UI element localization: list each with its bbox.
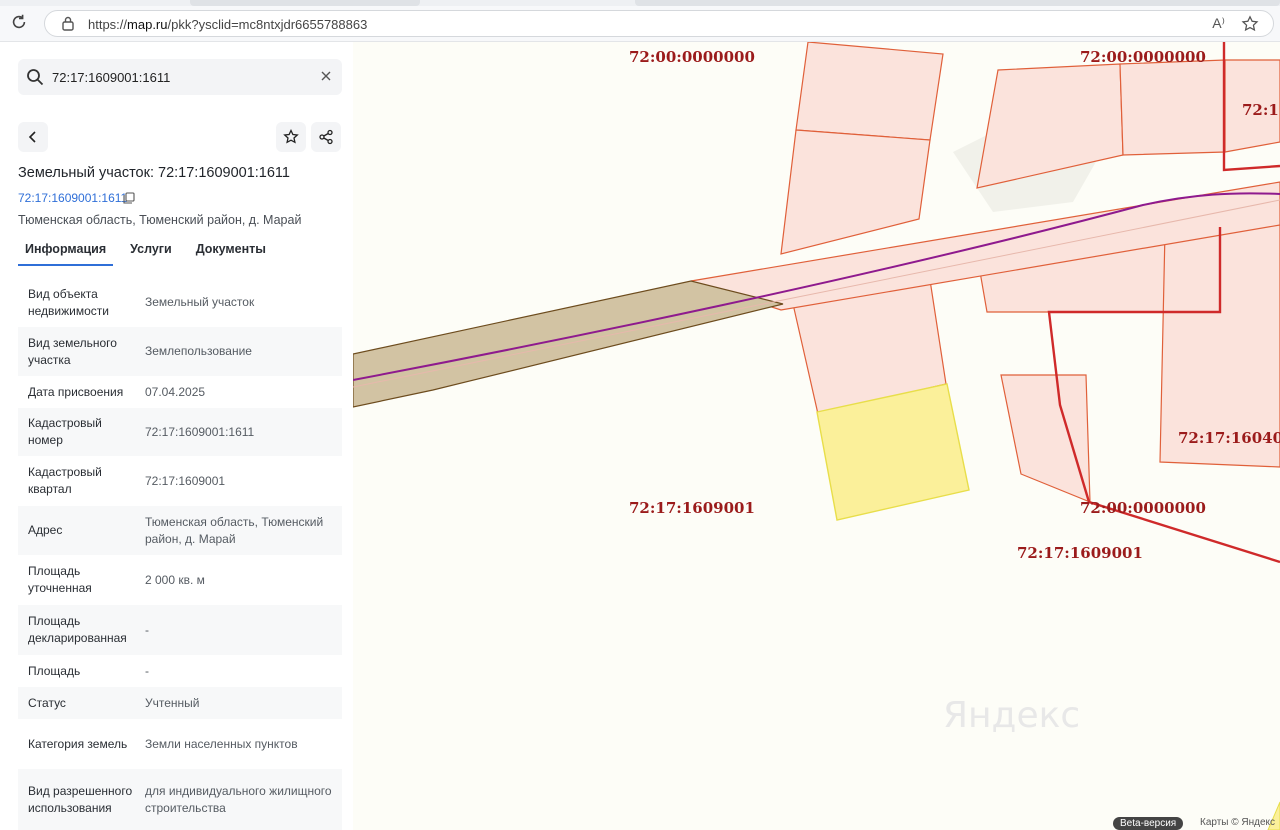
- cadastral-number-link[interactable]: 72:17:1609001:1611: [18, 191, 127, 205]
- table-row: Дата присвоения 07.04.2025: [18, 376, 342, 408]
- reload-icon[interactable]: [10, 13, 28, 31]
- row-value: Землепользование: [145, 344, 252, 358]
- tab-strip: [0, 0, 1280, 6]
- row-key: Адрес: [28, 523, 63, 537]
- page-title: Земельный участок: 72:17:1609001:1611: [18, 165, 290, 181]
- object-address: Тюменская область, Тюменский район, д. М…: [18, 213, 302, 227]
- search-input[interactable]: [52, 67, 312, 87]
- row-key: Дата присвоения: [28, 384, 124, 399]
- row-key: Кадастровый квартал: [28, 465, 102, 496]
- brown-parcel[interactable]: [353, 280, 784, 408]
- copy-icon[interactable]: [123, 192, 135, 204]
- row-key: Вид объекта недвижимости: [28, 286, 109, 318]
- bookmark-star-icon[interactable]: [1241, 15, 1259, 33]
- info-sidebar: Земельный участок: 72:17:1609001:1611 72…: [0, 42, 353, 830]
- row-key: Вид разрешенного использования: [28, 784, 133, 815]
- row-key: Площадь декларированная: [28, 614, 127, 645]
- row-value: Земельный участок: [145, 295, 255, 309]
- row-value: 72:17:1609001:1611: [145, 424, 255, 439]
- map-label: 72:00:0000000: [1080, 48, 1206, 66]
- url-text[interactable]: https://map.ru/pkk?ysclid=mc8ntxjdr66557…: [88, 17, 367, 32]
- row-value: 72:17:1609001: [145, 473, 226, 488]
- share-button[interactable]: [311, 122, 341, 152]
- browser-toolbar: https://map.ru/pkk?ysclid=mc8ntxjdr66557…: [0, 0, 1280, 42]
- row-value: для индивидуального жилищного строительс…: [145, 784, 332, 815]
- row-value: 07.04.2025: [145, 384, 206, 399]
- row-value: -: [145, 663, 149, 678]
- table-row: Кадастровый номер 72:17:1609001:1611: [18, 408, 342, 456]
- tab-documents[interactable]: Документы: [189, 238, 273, 266]
- table-row: Категория земель Земли населенных пунктов: [18, 719, 342, 769]
- star-icon: [283, 129, 299, 144]
- table-row: Площадь декларированная -: [18, 605, 342, 655]
- table-row: Площадь уточненная 2 000 кв. м: [18, 555, 342, 605]
- info-table: Вид объекта недвижимости Земельный участо…: [18, 278, 342, 830]
- row-value: Земли населенных пунктов: [145, 736, 298, 751]
- tab-info[interactable]: Информация: [18, 238, 114, 266]
- map-label: 72:00:0000000: [629, 48, 755, 66]
- map-label: 72:17:1609001: [1017, 544, 1143, 562]
- table-row: Статус Учтенный: [18, 687, 342, 719]
- row-key: Категория земель: [28, 736, 128, 751]
- map-label: 72:00:0000000: [1080, 499, 1206, 517]
- search-box: [18, 59, 342, 95]
- row-key: Статус: [28, 695, 66, 710]
- map-watermark: Яндекс: [943, 695, 1080, 736]
- cadastral-map[interactable]: Яндекс 72:00:0000000 72:00:0000000 72:1 …: [353, 42, 1280, 830]
- table-row: Площадь -: [18, 655, 342, 687]
- search-icon: [27, 69, 44, 86]
- row-key: Площадь уточненная: [28, 564, 92, 595]
- map-label: 72:17:160400: [1178, 429, 1280, 447]
- back-button[interactable]: [18, 122, 48, 152]
- map-view[interactable]: Яндекс 72:00:0000000 72:00:0000000 72:1 …: [353, 42, 1280, 830]
- tab-services[interactable]: Услуги: [123, 238, 179, 266]
- row-value: -: [145, 622, 149, 637]
- map-label: 72:17:1609001: [629, 499, 755, 517]
- read-aloud-icon[interactable]: A⁾: [1212, 15, 1225, 32]
- table-row: Вид разрешенного использования для индиви…: [18, 769, 342, 830]
- favorite-button[interactable]: [276, 122, 306, 152]
- address-bar[interactable]: https://map.ru/pkk?ysclid=mc8ntxjdr66557…: [44, 10, 1274, 37]
- beta-badge[interactable]: Beta-версия: [1113, 817, 1184, 830]
- table-row: Кадастровый квартал 72:17:1609001: [18, 456, 342, 506]
- map-label: 72:17: [1242, 101, 1280, 119]
- map-copyright[interactable]: Карты © Яндекс: [1200, 817, 1275, 828]
- table-row: Вид земельного участка Землепользование: [18, 327, 342, 376]
- row-key: Кадастровый номер: [28, 416, 102, 447]
- row-value: Учтенный: [145, 695, 200, 710]
- close-icon[interactable]: [318, 68, 334, 84]
- table-row: Вид объекта недвижимости Земельный участо…: [18, 278, 342, 327]
- share-icon: [319, 129, 333, 145]
- chevron-left-icon: [28, 131, 36, 143]
- tab-bar: Информация Услуги Документы: [18, 238, 283, 266]
- row-value: 2 000 кв. м: [145, 572, 205, 587]
- row-key: Площадь: [28, 663, 81, 678]
- site-info-icon[interactable]: [61, 16, 75, 32]
- table-row: Адрес Тюменская область, Тюменский район,…: [18, 506, 342, 555]
- row-value: Тюменская область, Тюменский район, д. М…: [145, 514, 324, 546]
- row-key: Вид земельного участка: [28, 335, 117, 367]
